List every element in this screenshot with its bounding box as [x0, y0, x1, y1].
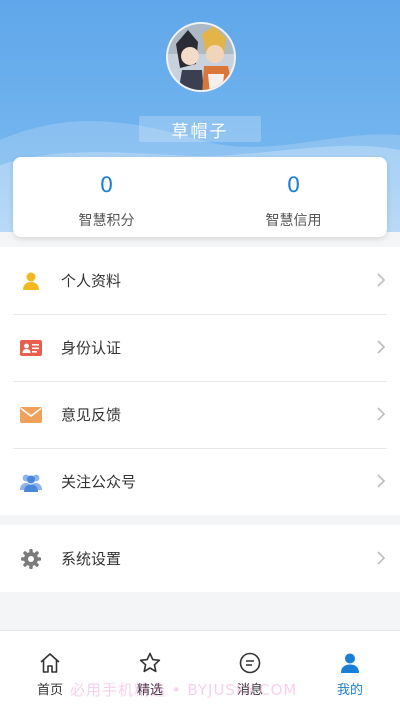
tab-home[interactable]: 首页: [0, 631, 100, 711]
chevron-right-icon: [377, 551, 386, 565]
tab-label: 消息: [236, 683, 263, 698]
menu-group-settings: 系统设置: [0, 525, 400, 592]
star-icon: [139, 652, 161, 673]
tab-label: 我的: [336, 683, 363, 698]
chevron-right-icon: [377, 273, 386, 287]
tab-messages[interactable]: 消息: [200, 631, 300, 711]
avatar-image: [168, 24, 234, 90]
username: 草帽子: [171, 121, 229, 142]
menu-item-settings[interactable]: 系统设置: [0, 525, 400, 592]
tab-mine[interactable]: 我的: [300, 631, 400, 711]
bottom-tab-bar: 首页 精选 消息 我的: [0, 630, 400, 711]
gear-icon: [20, 548, 42, 570]
menu-item-follow-account[interactable]: 关注公众号: [0, 448, 400, 515]
stat-value: 0: [286, 173, 301, 197]
home-icon: [40, 653, 60, 673]
person-icon: [20, 270, 42, 292]
menu-item-label: 个人资料: [61, 272, 122, 290]
id-card-icon: [20, 337, 42, 359]
stats-card: 0 智慧积分 0 智慧信用: [13, 157, 387, 237]
chevron-right-icon: [377, 340, 386, 354]
tab-featured[interactable]: 精选: [100, 631, 200, 711]
menu-item-profile[interactable]: 个人资料: [0, 247, 400, 314]
chevron-right-icon: [377, 474, 386, 488]
tab-label: 精选: [136, 683, 163, 698]
chevron-right-icon: [377, 407, 386, 421]
stat-credit[interactable]: 0 智慧信用: [200, 157, 387, 237]
menu-item-id-auth[interactable]: 身份认证: [0, 314, 400, 381]
envelope-icon: [20, 404, 42, 426]
menu-item-feedback[interactable]: 意见反馈: [0, 381, 400, 448]
user-icon: [341, 653, 359, 673]
tab-label: 首页: [36, 683, 63, 698]
username-box[interactable]: 草帽子: [139, 116, 261, 142]
menu-item-label: 关注公众号: [61, 473, 137, 491]
stat-value: 0: [99, 173, 114, 197]
menu-group-main: 个人资料 身份认证 意见反馈 关注公众号: [0, 247, 400, 515]
menu-item-label: 身份认证: [61, 339, 122, 357]
message-icon: [239, 652, 261, 674]
menu-item-label: 系统设置: [61, 550, 122, 568]
avatar[interactable]: [166, 22, 236, 92]
group-icon: [20, 471, 42, 493]
stat-points[interactable]: 0 智慧积分: [13, 157, 200, 237]
menu-item-label: 意见反馈: [61, 406, 122, 424]
stat-label: 智慧信用: [265, 213, 322, 229]
stat-label: 智慧积分: [78, 213, 135, 229]
